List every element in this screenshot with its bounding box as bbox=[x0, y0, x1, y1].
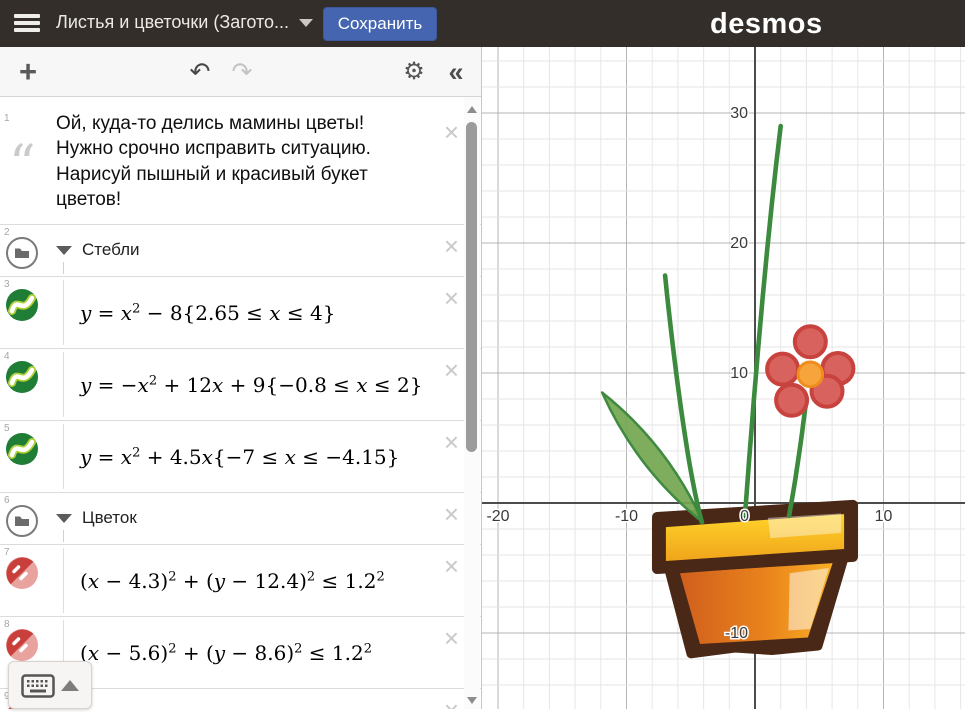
folder-connector bbox=[63, 530, 64, 542]
equation-text[interactable]: (x − 4.3)2 + (y − 12.4)2 ≤ 1.22 bbox=[80, 569, 385, 593]
edit-list-gear-button[interactable]: ⚙ bbox=[394, 47, 434, 97]
folder-collapse-caret-icon[interactable] bbox=[56, 514, 72, 523]
close-icon[interactable]: × bbox=[444, 625, 459, 651]
row-number-column: 6 bbox=[0, 493, 44, 544]
close-icon[interactable]: × bbox=[444, 285, 459, 311]
note-text: Ой, куда-то делись мамины цветы! Нужно с… bbox=[56, 111, 423, 212]
expressions-toolbar: + ↶ ↷ ⚙ « bbox=[0, 47, 481, 97]
folder-label: Стебли bbox=[82, 240, 140, 260]
row-number-column: 7 bbox=[0, 545, 44, 616]
document-title[interactable]: Листья и цветочки (Загото... bbox=[56, 12, 289, 33]
note-quote-icon: “ bbox=[9, 139, 36, 191]
curve-style-icon[interactable] bbox=[5, 432, 39, 466]
redo-button[interactable]: ↷ bbox=[222, 47, 262, 97]
expression-row-5[interactable]: 5 y = x2 + 4.5x{−7 ≤ x ≤ −4.15} × bbox=[0, 421, 481, 493]
scrollbar-up-arrow-icon[interactable] bbox=[467, 106, 477, 113]
row-index: 1 bbox=[4, 113, 10, 124]
curve-style-icon[interactable] bbox=[5, 360, 39, 394]
folder-connector bbox=[63, 262, 64, 274]
undo-button[interactable]: ↶ bbox=[180, 47, 220, 97]
close-icon[interactable]: × bbox=[444, 553, 459, 579]
save-button[interactable]: Сохранить bbox=[323, 7, 437, 41]
expression-row-1[interactable]: 1“Ой, куда-то делись мамины цветы! Нужно… bbox=[0, 111, 481, 225]
expression-row-3[interactable]: 3 y = x2 − 8{2.65 ≤ x ≤ 4} × bbox=[0, 277, 481, 349]
row-number-column: 5 bbox=[0, 421, 44, 492]
graph-canvas[interactable]: 30 20 10 -10 -20 -10 10 0 bbox=[482, 47, 965, 709]
title-dropdown-caret-icon[interactable] bbox=[299, 19, 313, 27]
top-bar: Листья и цветочки (Загото... Сохранить d… bbox=[0, 0, 965, 47]
expression-row-4[interactable]: 4 y = −x2 + 12x + 9{−0.8 ≤ x ≤ 2} × bbox=[0, 349, 481, 421]
row-number-column: 2 bbox=[0, 225, 44, 276]
svg-text:10: 10 bbox=[730, 365, 748, 382]
inequality-style-icon[interactable] bbox=[5, 628, 39, 662]
collapse-panel-button[interactable]: « bbox=[436, 47, 476, 97]
close-icon[interactable]: × bbox=[444, 119, 459, 145]
expression-row-7[interactable]: 7 (x − 4.3)2 + (y − 12.4)2 ≤ 1.22 × bbox=[0, 545, 481, 617]
folder-indent-guide bbox=[63, 424, 64, 489]
hamburger-menu-icon[interactable] bbox=[14, 14, 40, 34]
close-icon[interactable]: × bbox=[444, 357, 459, 383]
svg-text:-10: -10 bbox=[725, 625, 748, 642]
close-icon[interactable]: × bbox=[444, 697, 459, 709]
expression-row-2[interactable]: 2 Стебли × bbox=[0, 225, 481, 277]
folder-icon[interactable] bbox=[5, 504, 39, 538]
equation-text[interactable]: y = x2 + 4.5x{−7 ≤ x ≤ −4.15} bbox=[80, 445, 399, 469]
equation-text[interactable]: y = x2 − 8{2.65 ≤ x ≤ 4} bbox=[80, 301, 336, 325]
close-icon[interactable]: × bbox=[444, 233, 459, 259]
keyboard-open-caret-icon bbox=[61, 680, 79, 691]
row-number-column: 1“ bbox=[0, 111, 44, 224]
close-icon[interactable]: × bbox=[444, 429, 459, 455]
row-number-column: 4 bbox=[0, 349, 44, 420]
graph-area: 30 20 10 -10 -20 -10 10 0 bbox=[482, 47, 965, 709]
folder-label: Цветок bbox=[82, 508, 137, 528]
expression-list: 1“Ой, куда-то делись мамины цветы! Нужно… bbox=[0, 97, 481, 709]
row-number-column: 3 bbox=[0, 277, 44, 348]
show-keyboard-button[interactable] bbox=[8, 661, 92, 709]
curve-style-icon[interactable] bbox=[5, 288, 39, 322]
folder-indent-guide bbox=[63, 548, 64, 613]
keyboard-icon bbox=[21, 674, 55, 698]
equation-text[interactable]: y = −x2 + 12x + 9{−0.8 ≤ x ≤ 2} bbox=[80, 373, 422, 397]
scrollbar-down-arrow-icon[interactable] bbox=[467, 697, 477, 704]
expressions-scrollbar[interactable] bbox=[464, 97, 480, 709]
svg-text:10: 10 bbox=[875, 508, 893, 525]
svg-text:0: 0 bbox=[740, 508, 749, 525]
expressions-panel: + ↶ ↷ ⚙ « 1“Ой, куда-то делись мамины цв… bbox=[0, 47, 482, 709]
svg-text:20: 20 bbox=[730, 235, 748, 252]
desmos-logo: desmos bbox=[710, 8, 823, 41]
folder-collapse-caret-icon[interactable] bbox=[56, 246, 72, 255]
scrollbar-thumb[interactable] bbox=[466, 122, 477, 452]
add-expression-button[interactable]: + bbox=[8, 47, 48, 97]
folder-indent-guide bbox=[63, 280, 64, 345]
expression-row-6[interactable]: 6 Цветок × bbox=[0, 493, 481, 545]
inequality-style-icon[interactable] bbox=[5, 556, 39, 590]
svg-text:30: 30 bbox=[730, 105, 748, 122]
folder-indent-guide bbox=[63, 352, 64, 417]
folder-icon[interactable] bbox=[5, 236, 39, 270]
svg-text:-20: -20 bbox=[486, 508, 509, 525]
equation-text[interactable]: (x − 5.6)2 + (y − 8.6)2 ≤ 1.22 bbox=[80, 641, 372, 665]
close-icon[interactable]: × bbox=[444, 501, 459, 527]
svg-text:-10: -10 bbox=[615, 508, 638, 525]
